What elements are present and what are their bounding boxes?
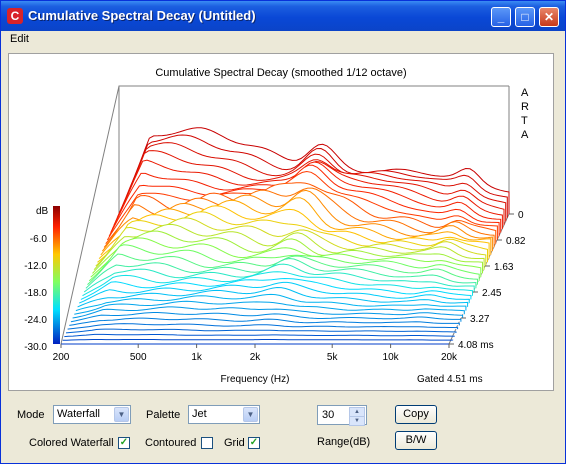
title-bar[interactable]: C Cumulative Spectral Decay (Untitled) _…	[1, 1, 565, 31]
freq-tick-label: 1k	[191, 352, 203, 363]
palette-select[interactable]: Jet ▼	[188, 405, 260, 424]
mode-label: Mode	[17, 409, 45, 421]
waterfall-plot: Cumulative Spectral Decay (smoothed 1/12…	[8, 53, 554, 391]
freq-tick-label: 20k	[441, 352, 458, 363]
color-scale-bar	[53, 206, 60, 344]
range-spinner[interactable]: 30 ▲ ▼	[317, 405, 367, 426]
freq-tick-label: 200	[53, 352, 70, 363]
chevron-down-icon[interactable]: ▼	[114, 407, 129, 422]
spectral-slice	[65, 328, 457, 334]
palette-label: Palette	[146, 409, 181, 421]
contoured-checkbox[interactable]	[201, 437, 213, 449]
time-tick-label: 1.63	[494, 262, 514, 273]
contoured-label: Contoured	[145, 437, 197, 449]
db-tick-label: -18.0	[24, 288, 47, 299]
plot-title: Cumulative Spectral Decay (smoothed 1/12…	[155, 67, 406, 79]
db-tick-label: -12.0	[24, 261, 47, 272]
time-tick-label: 0	[518, 210, 524, 221]
app-icon[interactable]: C	[7, 8, 23, 24]
time-tick-label: 3.27	[470, 314, 490, 325]
time-tick-label: 2.45	[482, 288, 502, 299]
spectral-slice	[62, 339, 454, 341]
minimize-icon: _	[497, 10, 505, 24]
arta-letter: A	[521, 129, 529, 141]
db-scale-ticks: -6.0 -12.0 -18.0 -24.0 -30.0	[24, 234, 47, 353]
db-axis-label: dB	[36, 206, 49, 217]
arta-letter: R	[521, 101, 529, 113]
grid-checkbox[interactable]: ✓	[248, 437, 260, 449]
db-tick-label: -30.0	[24, 342, 47, 353]
freq-tick-label: 2k	[250, 352, 262, 363]
spectral-slice	[64, 333, 455, 338]
freq-tick-label: 10k	[383, 352, 400, 363]
close-button[interactable]: ✕	[539, 7, 559, 27]
range-label: Range(dB)	[317, 436, 371, 448]
waterfall-chart: Cumulative Spectral Decay (smoothed 1/12…	[24, 67, 529, 385]
window: C Cumulative Spectral Decay (Untitled) _…	[0, 0, 566, 464]
minimize-button[interactable]: _	[491, 7, 511, 27]
bw-button[interactable]: B/W	[395, 431, 437, 450]
control-panel: Mode Waterfall ▼ Palette Jet ▼ Colored W…	[2, 395, 564, 463]
chevron-down-icon[interactable]: ▼	[243, 407, 258, 422]
range-value: 30	[322, 409, 335, 421]
colored-waterfall-checkbox[interactable]: ✓	[118, 437, 130, 449]
maximize-button[interactable]: □	[515, 7, 535, 27]
mode-select[interactable]: Waterfall ▼	[53, 405, 131, 424]
arta-letter: A	[521, 87, 529, 99]
mode-value: Waterfall	[57, 408, 100, 420]
colored-waterfall-label: Colored Waterfall	[29, 437, 114, 449]
db-tick-label: -24.0	[24, 315, 47, 326]
close-icon: ✕	[543, 10, 555, 24]
arta-letter: T	[521, 115, 528, 127]
menu-bar: Edit	[2, 31, 564, 49]
frequency-axis-label: Frequency (Hz)	[221, 374, 290, 385]
arta-brand: ARTA	[521, 87, 529, 141]
copy-button[interactable]: Copy	[395, 405, 437, 424]
spin-down-icon[interactable]: ▼	[349, 416, 365, 426]
frequency-axis: 200 500 1k 2k 5k 10k 20k	[53, 344, 458, 363]
window-title: Cumulative Spectral Decay (Untitled)	[28, 8, 256, 23]
time-tick-label: 0.82	[506, 236, 526, 247]
palette-value: Jet	[192, 408, 207, 420]
db-tick-label: -6.0	[30, 234, 48, 245]
freq-tick-label: 5k	[327, 352, 339, 363]
freq-tick-label: 500	[130, 352, 147, 363]
gated-label: Gated 4.51 ms	[417, 374, 483, 385]
menu-edit[interactable]: Edit	[10, 33, 29, 45]
maximize-icon: □	[521, 10, 529, 24]
time-tick-label: 4.08 ms	[458, 340, 494, 351]
grid-label: Grid	[224, 437, 245, 449]
spectral-slices	[61, 127, 510, 345]
